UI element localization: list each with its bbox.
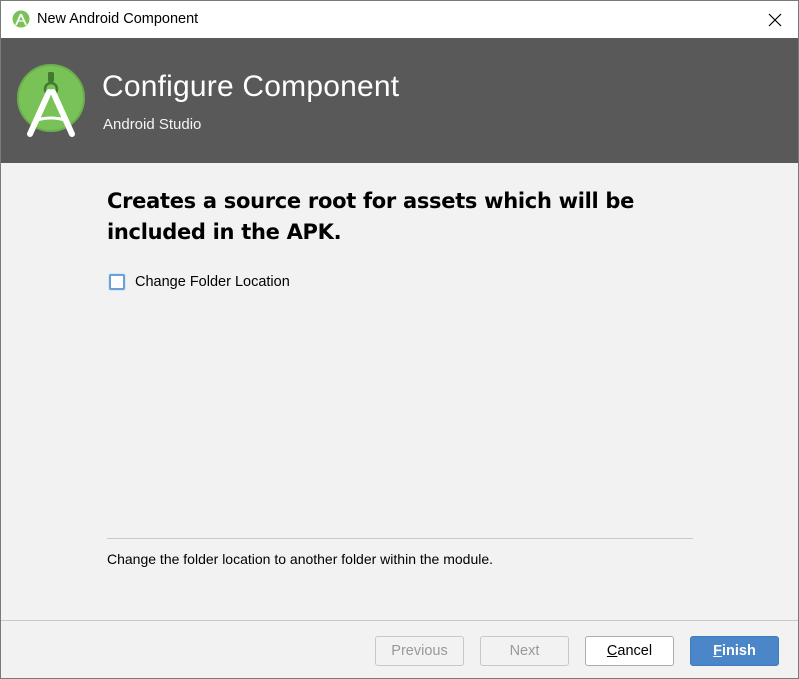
wizard-header: Configure Component Android Studio (1, 38, 798, 163)
page-subtitle: Android Studio (103, 116, 202, 133)
help-text: Change the folder location to another fo… (107, 551, 494, 567)
close-button[interactable] (752, 1, 798, 38)
button-bar: Previous Next Cancel Finish (1, 620, 798, 678)
divider (107, 538, 693, 539)
page-title: Configure Component (102, 70, 400, 103)
change-folder-location-label[interactable]: Change Folder Location (135, 274, 290, 290)
change-folder-location-option[interactable]: Change Folder Location (109, 274, 290, 290)
title-bar: New Android Component (1, 1, 798, 38)
finish-button[interactable]: Finish (690, 636, 779, 666)
wizard-content: Creates a source root for assets which w… (1, 163, 798, 620)
window-title: New Android Component (37, 11, 199, 27)
finish-button-label: inish (722, 643, 756, 659)
change-folder-location-checkbox[interactable] (109, 274, 125, 290)
cancel-button-label: ancel (617, 643, 653, 659)
component-description: Creates a source root for assets which w… (107, 189, 635, 244)
close-icon (768, 13, 782, 26)
next-button[interactable]: Next (480, 636, 569, 666)
cancel-button[interactable]: Cancel (585, 636, 674, 666)
finish-mnemonic: F (713, 643, 722, 659)
android-studio-logo (17, 64, 85, 137)
previous-button-label: Previous (391, 643, 448, 659)
next-button-label: Next (509, 643, 540, 659)
previous-button[interactable]: Previous (375, 636, 464, 666)
cancel-mnemonic: C (606, 643, 618, 659)
dialog-window: New Android Component Configure Componen… (0, 0, 799, 679)
android-studio-icon (12, 10, 30, 28)
